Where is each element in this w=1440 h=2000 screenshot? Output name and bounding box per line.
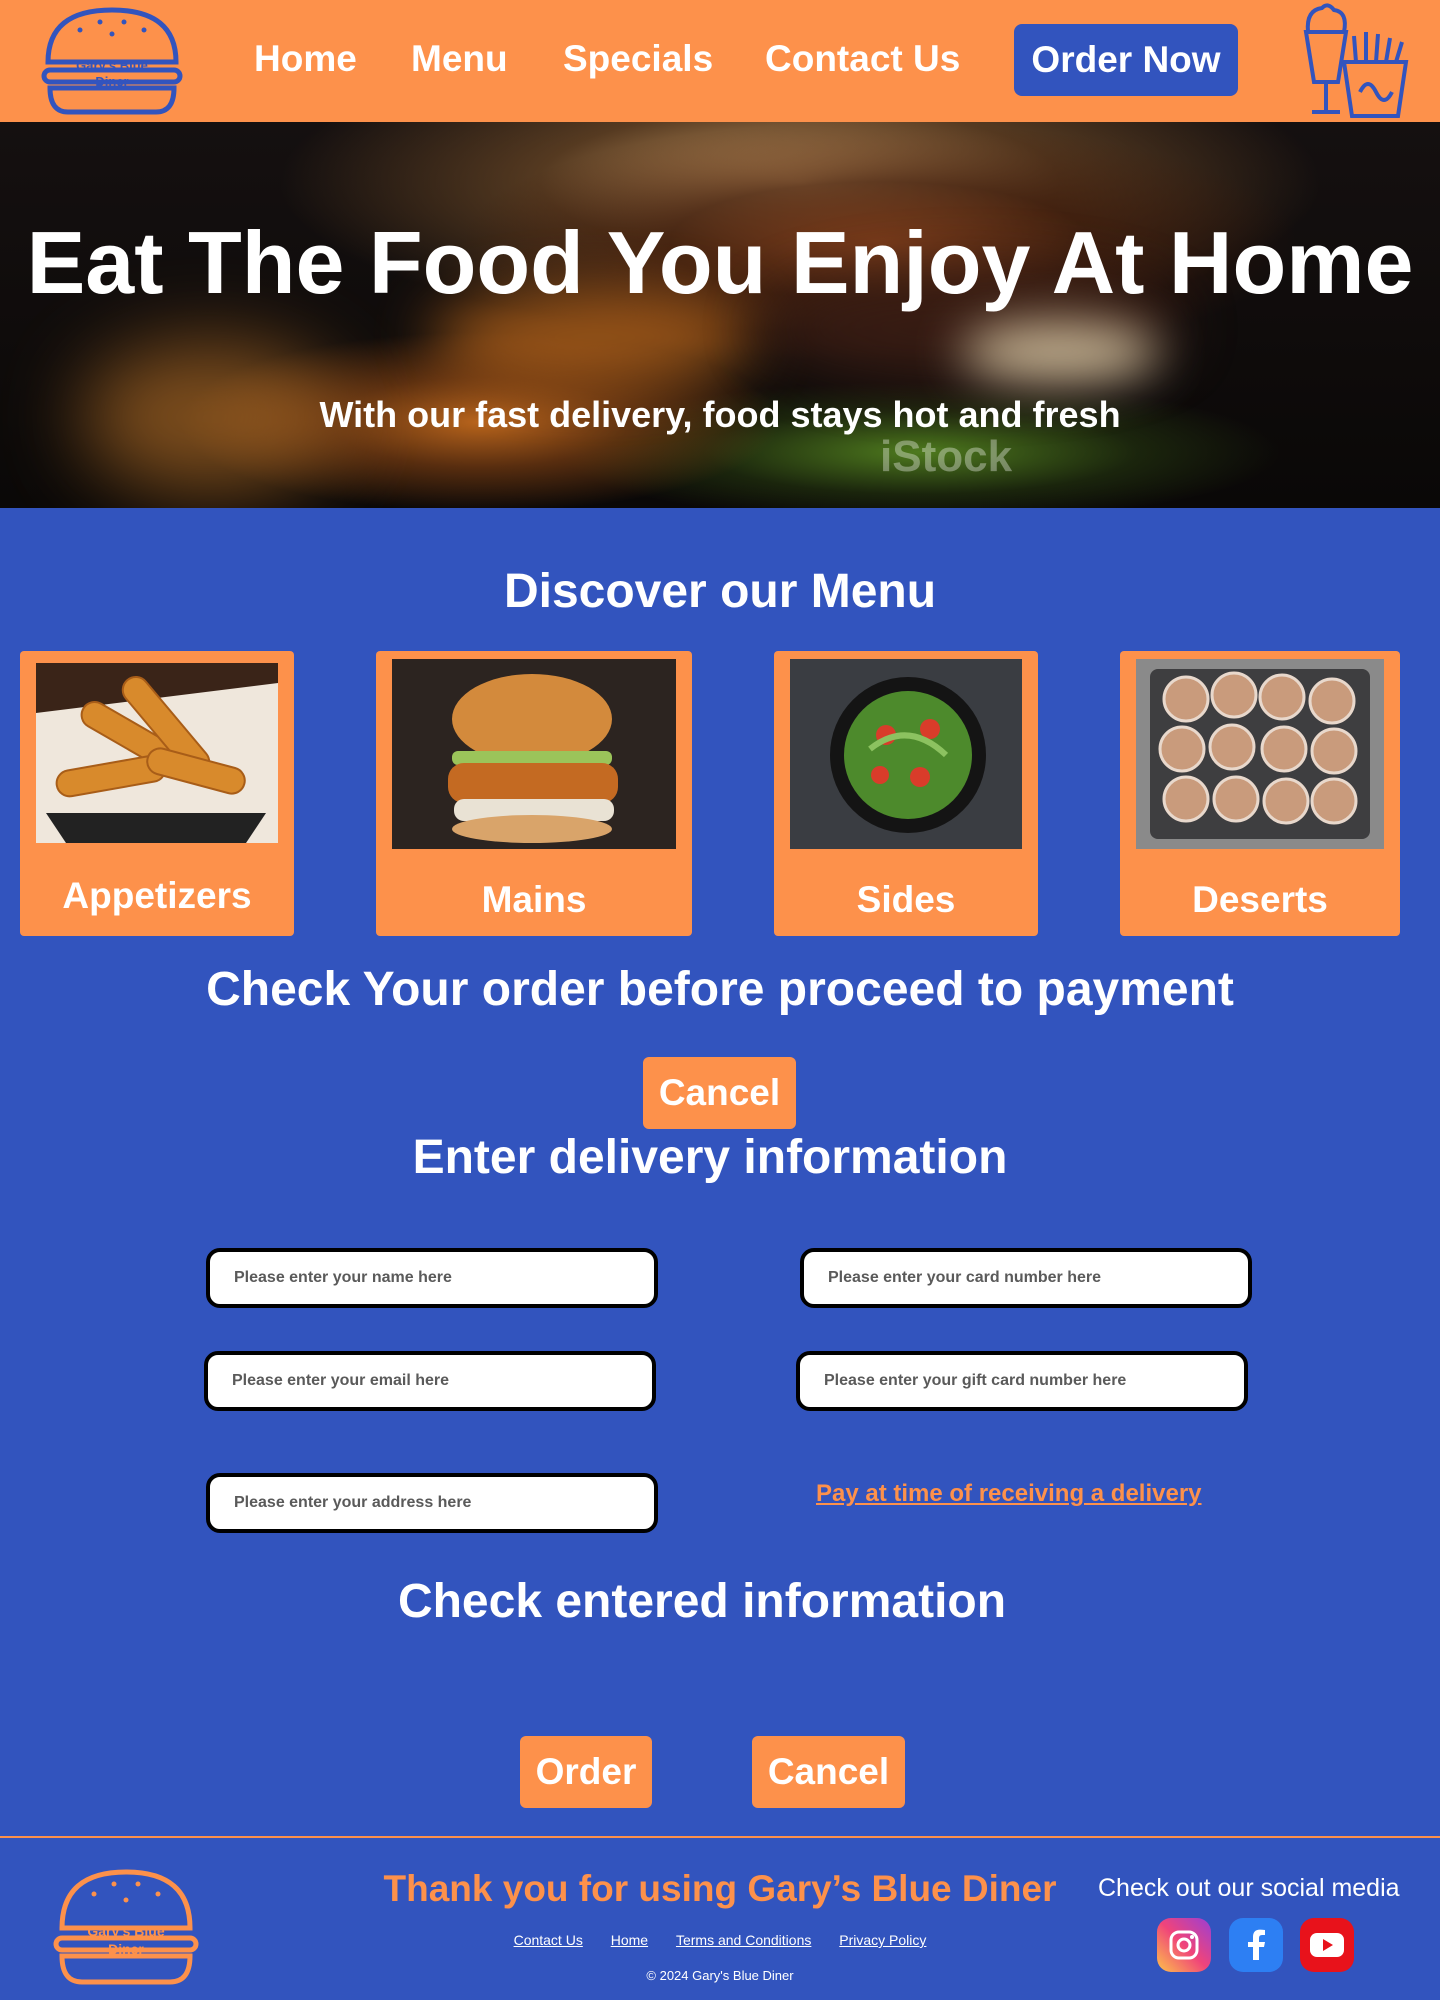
menu-card-appetizers[interactable]: Appetizers (20, 651, 294, 936)
footer-links: Contact Us Home Terms and Conditions Pri… (360, 1932, 1080, 1948)
footer-divider (0, 1836, 1440, 1838)
menu-card-label: Mains (481, 879, 587, 920)
order-now-button[interactable]: Order Now (1014, 24, 1238, 96)
confirm-section-title: Check entered information (397, 1575, 1007, 1628)
cancel-order-button[interactable]: Cancel (643, 1057, 796, 1129)
menu-card-sides[interactable]: Sides (774, 651, 1038, 936)
cancel-button[interactable]: Cancel (752, 1736, 905, 1808)
mozzarella-sticks-photo (36, 663, 278, 843)
instagram-icon[interactable] (1157, 1918, 1211, 1972)
footer-thanks-text: Thank you for using Gary’s Blue Diner (383, 1868, 1057, 1909)
site-header: Gary's Blue Diner Home Menu Specials Con… (0, 0, 1440, 122)
hero-banner: Eat The Food You Enjoy At Home With our … (0, 122, 1440, 508)
card-number-field[interactable] (800, 1248, 1252, 1308)
name-field[interactable] (206, 1248, 658, 1308)
burger-logo-icon[interactable]: Gary's Blue Diner (50, 1866, 202, 1990)
order-check-title: Check Your order before proceed to payme… (206, 963, 1234, 1016)
delivery-section-title: Enter delivery information (412, 1131, 1008, 1184)
footer-link-contact[interactable]: Contact Us (514, 1932, 583, 1948)
nav-specials-link[interactable]: Specials (563, 38, 713, 80)
sugar-donuts-photo (1136, 659, 1384, 849)
stock-watermark: iStock (880, 432, 1013, 481)
svg-text:Gary's Blue: Gary's Blue (76, 58, 148, 73)
gift-card-field[interactable] (796, 1351, 1248, 1411)
menu-card-label: Appetizers (62, 875, 252, 916)
email-field[interactable] (204, 1351, 656, 1411)
menu-card-deserts[interactable]: Deserts (1120, 651, 1400, 936)
burger-logo-icon[interactable]: Gary's Blue Diner (40, 4, 184, 120)
order-button[interactable]: Order (520, 1736, 652, 1808)
social-media-title: Check out our social media (1098, 1874, 1400, 1902)
menu-section-title: Discover our Menu (503, 565, 937, 618)
youtube-icon[interactable] (1300, 1918, 1354, 1972)
menu-card-label: Sides (856, 879, 956, 920)
menu-card-mains[interactable]: Mains (376, 651, 692, 936)
footer-link-privacy[interactable]: Privacy Policy (839, 1932, 926, 1948)
nav-menu-link[interactable]: Menu (411, 38, 508, 80)
address-field[interactable] (206, 1473, 658, 1533)
svg-text:Gary's Blue: Gary's Blue (87, 1923, 164, 1939)
nav-contact-link[interactable]: Contact Us (765, 38, 960, 80)
menu-card-label: Deserts (1192, 879, 1328, 920)
pay-on-delivery-link[interactable]: Pay at time of receiving a delivery (816, 1480, 1202, 1508)
svg-text:Diner: Diner (95, 74, 128, 89)
svg-text:Diner: Diner (108, 1941, 144, 1957)
hero-title: Eat The Food You Enjoy At Home (26, 213, 1414, 312)
salad-bowl-photo (790, 659, 1022, 849)
facebook-icon[interactable] (1229, 1918, 1283, 1972)
chicken-burger-photo (392, 659, 676, 849)
nav-home-link[interactable]: Home (254, 38, 357, 80)
footer-link-home[interactable]: Home (611, 1932, 648, 1948)
milkshake-fries-icon (1303, 3, 1409, 118)
hero-subtitle: With our fast delivery, food stays hot a… (319, 394, 1121, 435)
footer-copyright: © 2024 Gary's Blue Diner (646, 1968, 794, 1983)
footer-link-terms[interactable]: Terms and Conditions (676, 1932, 811, 1948)
